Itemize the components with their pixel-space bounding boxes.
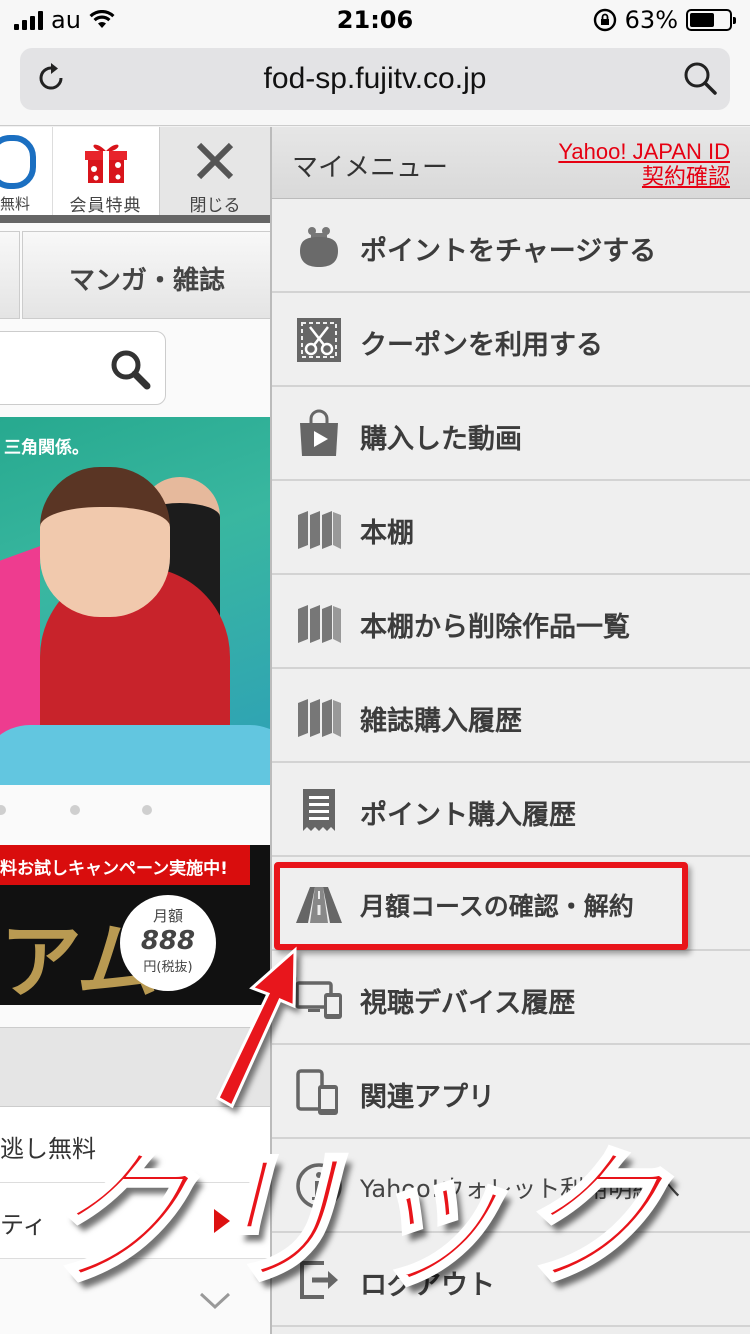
premium-banner[interactable]: 料お試しキャンペーン実施中! アム 月額 888 円(税抜) <box>0 845 270 1005</box>
address-bar[interactable]: fod-sp.fujitv.co.jp <box>20 48 730 110</box>
battery-percent: 63% <box>624 6 678 34</box>
tab-partial[interactable] <box>0 231 20 319</box>
close-label: 閉じる <box>189 196 241 216</box>
shopping-bag-play-icon <box>300 409 338 456</box>
menu-item-label: クーポンを利用する <box>360 330 603 361</box>
battery-icon <box>686 9 736 31</box>
menu-item-deleted-works[interactable]: 本棚から削除作品一覧 <box>272 575 750 669</box>
page-search-box[interactable] <box>0 331 166 405</box>
menu-item-label: ポイントをチャージする <box>360 236 657 267</box>
search-icon[interactable] <box>107 346 153 392</box>
campaign-strip: 料お試しキャンペーン実施中! <box>0 845 250 885</box>
bookshelf-icon <box>298 511 341 549</box>
page-header: 無料 会員特典 閉じる <box>0 127 270 223</box>
menu-item-charge-points[interactable]: ポイントをチャージする <box>272 199 750 293</box>
status-bar: au 21:06 63% <box>0 0 750 40</box>
menu-item-bookshelf[interactable]: 本棚 <box>272 481 750 575</box>
member-benefit-label: 会員特典 <box>69 196 142 216</box>
menu-item-purchased-videos[interactable]: 購入した動画 <box>272 387 750 481</box>
menu-header: マイメニュー Yahoo! JAPAN ID 契約確認 <box>272 127 750 199</box>
logo-fragment <box>0 135 36 189</box>
search-icon[interactable] <box>682 60 718 96</box>
hero-cloud <box>0 725 270 785</box>
menu-item-label: 本棚 <box>360 518 414 549</box>
tab-manga[interactable]: マンガ・雑誌 <box>22 231 270 319</box>
menu-title: マイメニュー <box>292 153 449 183</box>
badge-tax: 円(税抜) <box>143 960 193 975</box>
hero-tagline: 三角関係。 <box>4 438 89 458</box>
menu-item-label: 雑誌購入履歴 <box>360 706 522 737</box>
hero-person-face <box>40 467 170 617</box>
yahoo-id-link-line1[interactable]: Yahoo! JAPAN ID <box>558 139 730 164</box>
hero-decoration <box>0 546 40 748</box>
member-benefit-button[interactable]: 会員特典 <box>52 127 158 216</box>
price-badge: 月額 888 円(税抜) <box>120 895 216 991</box>
menu-item-label: ポイント購入履歴 <box>360 800 576 831</box>
devices-icon <box>295 981 342 1019</box>
badge-monthly: 月額 <box>152 907 183 925</box>
menu-item-label: 購入した動画 <box>360 424 522 455</box>
menu-item-use-coupon[interactable]: クーポンを利用する <box>272 293 750 387</box>
section-header <box>0 1027 270 1107</box>
menu-item-label: 視聴デバイス履歴 <box>360 988 576 1019</box>
close-icon <box>196 142 234 180</box>
menu-item-device-history[interactable]: 視聴デバイス履歴 <box>272 951 750 1045</box>
browser-toolbar: fod-sp.fujitv.co.jp <box>0 40 750 126</box>
yahoo-id-link[interactable]: Yahoo! JAPAN ID 契約確認 <box>558 139 730 189</box>
menu-item-point-history[interactable]: ポイント購入履歴 <box>272 763 750 857</box>
free-label: 無料 <box>0 195 31 213</box>
tab-manga-label: マンガ・雑誌 <box>68 266 225 296</box>
yahoo-id-link-line2[interactable]: 契約確認 <box>558 164 730 189</box>
coin-purse-icon <box>300 227 338 267</box>
hero-banner[interactable]: 三角関係。 <box>0 417 270 785</box>
receipt-icon <box>303 789 335 831</box>
highlight-box <box>274 862 688 950</box>
bookshelf-icon <box>298 605 341 643</box>
close-menu-button[interactable]: 閉じる <box>159 127 270 216</box>
menu-item-magazine-history[interactable]: 雑誌購入履歴 <box>272 669 750 763</box>
bookshelf-icon <box>298 699 341 737</box>
badge-price: 888 <box>140 926 196 956</box>
menu-item-label: 本棚から削除作品一覧 <box>360 612 630 643</box>
rotation-lock-icon <box>593 8 616 32</box>
url-text[interactable]: fod-sp.fujitv.co.jp <box>20 62 730 96</box>
click-annotation: クリック <box>38 1131 673 1309</box>
gift-icon <box>84 144 127 183</box>
status-right: 63% <box>593 6 736 34</box>
coupon-scissors-icon <box>297 318 341 362</box>
